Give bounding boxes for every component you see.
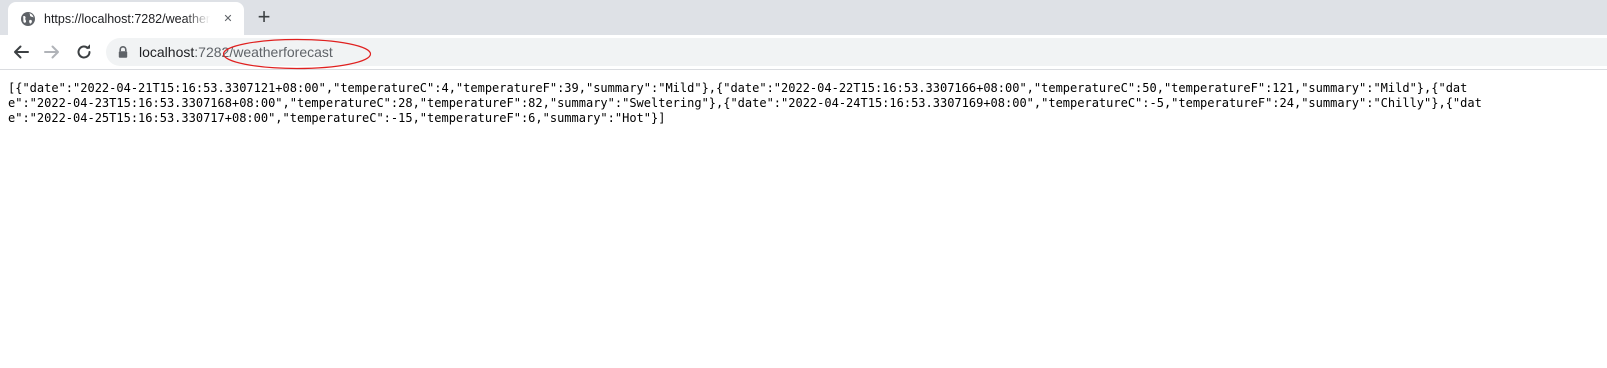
address-bar[interactable]: localhost:7282/weatherforecast — [106, 38, 1607, 66]
tab-title: https://localhost:7282/weatherforecast — [44, 12, 210, 26]
reload-icon — [74, 42, 94, 62]
tab-strip: https://localhost:7282/weatherforecast ✕… — [0, 0, 1607, 35]
back-button[interactable] — [11, 42, 31, 62]
forward-button[interactable] — [42, 42, 62, 62]
lock-icon[interactable] — [116, 45, 130, 59]
url-host: localhost — [139, 44, 195, 60]
close-tab-icon[interactable]: ✕ — [220, 11, 236, 27]
active-tab[interactable]: https://localhost:7282/weatherforecast ✕ — [8, 2, 244, 35]
reload-button[interactable] — [74, 42, 94, 62]
browser-toolbar: localhost:7282/weatherforecast — [0, 35, 1607, 70]
url-port: :7282 — [194, 44, 230, 60]
url-text[interactable]: localhost:7282/weatherforecast — [139, 44, 333, 61]
back-arrow-icon — [11, 42, 31, 62]
forward-arrow-icon — [42, 42, 62, 62]
new-tab-button[interactable]: + — [252, 5, 276, 29]
url-path: /weatherforecast — [229, 44, 333, 60]
json-response-body: [{"date":"2022-04-21T15:16:53.3307121+08… — [8, 81, 1482, 125]
globe-icon — [20, 11, 36, 27]
